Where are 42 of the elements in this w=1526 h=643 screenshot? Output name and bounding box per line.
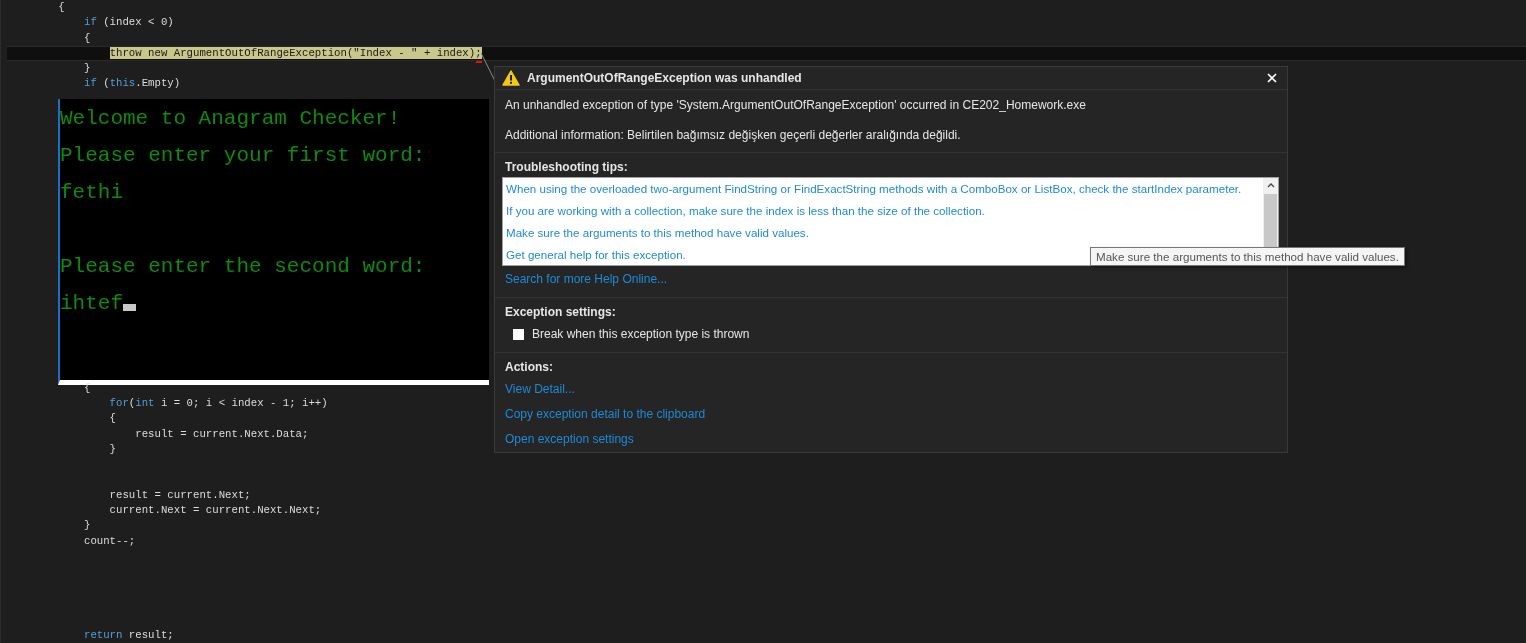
code-line: } (82, 62, 91, 75)
error-squiggle (475, 60, 482, 64)
console-text: Please enter the second word: (60, 254, 426, 278)
code-line: if (index < 0) (82, 16, 174, 29)
code-line: { (82, 31, 91, 44)
tooltip: Make sure the arguments to this method have valid values. (1090, 247, 1405, 266)
code-line: result = current.Next.Data; (134, 427, 309, 440)
additional-info: Additional information: Belirtilen bağımsız değişken geçerli değerler aralığında değildi. (505, 127, 962, 144)
code-line: { (57, 1, 65, 13)
help-link[interactable]: Search for more Help Online... (505, 267, 1279, 291)
console-text: ihtef (60, 291, 123, 315)
code-line: } (108, 442, 117, 455)
code-line: count--; (82, 534, 136, 547)
tip-link[interactable]: If you are working with a collection, make sure the index is less than the size of the collection. (506, 200, 1263, 222)
tip-link[interactable]: When using the overloaded two-argument FindString or FindExactString methods with a ComboBox or ListBox, check the startIndex parameter. (506, 178, 1263, 200)
checkbox[interactable] (513, 328, 524, 340)
console-text: Please enter your first word: (60, 143, 426, 167)
code-line: { (108, 412, 117, 425)
console-text: Welcome to Anagram Checker! (60, 106, 401, 130)
checkbox-label: Break when this exception type is thrown (532, 326, 750, 343)
section-heading: Exception settings: (505, 304, 617, 321)
section-heading: Actions: (505, 359, 554, 376)
code-line: { (82, 381, 91, 394)
console-text: fethi (60, 180, 123, 204)
tip-link[interactable]: Make sure the arguments to this method have valid values. (506, 222, 1263, 244)
exception-message: An unhandled exception of type 'System.ArgumentOutOfRangeException' occurred in CE202_Homework.exe (505, 97, 1087, 114)
code-line: return result; (82, 628, 174, 641)
popup-title: ArgumentOutOfRangeException was unhandled (527, 71, 803, 85)
code-line: for(int i = 0; i < index - 1; i++) (108, 397, 328, 410)
action-link[interactable]: Open exception settings (505, 427, 1279, 452)
action-link[interactable]: View Detail... (505, 377, 1279, 402)
close-icon (1267, 73, 1277, 83)
close-button[interactable] (1265, 71, 1279, 85)
leader-line (480, 52, 496, 82)
warning-icon (502, 70, 520, 86)
section-heading: Troubleshooting tips: (505, 159, 629, 176)
scroll-up-icon (1266, 183, 1275, 188)
code-line: current.Next = current.Next.Next; (108, 504, 322, 517)
code-line: if (this.Empty) (82, 77, 181, 90)
action-link[interactable]: Copy exception detail to the clipboard (505, 402, 1279, 427)
code-line: result = current.Next; (108, 488, 251, 501)
code-line: } (82, 519, 91, 532)
